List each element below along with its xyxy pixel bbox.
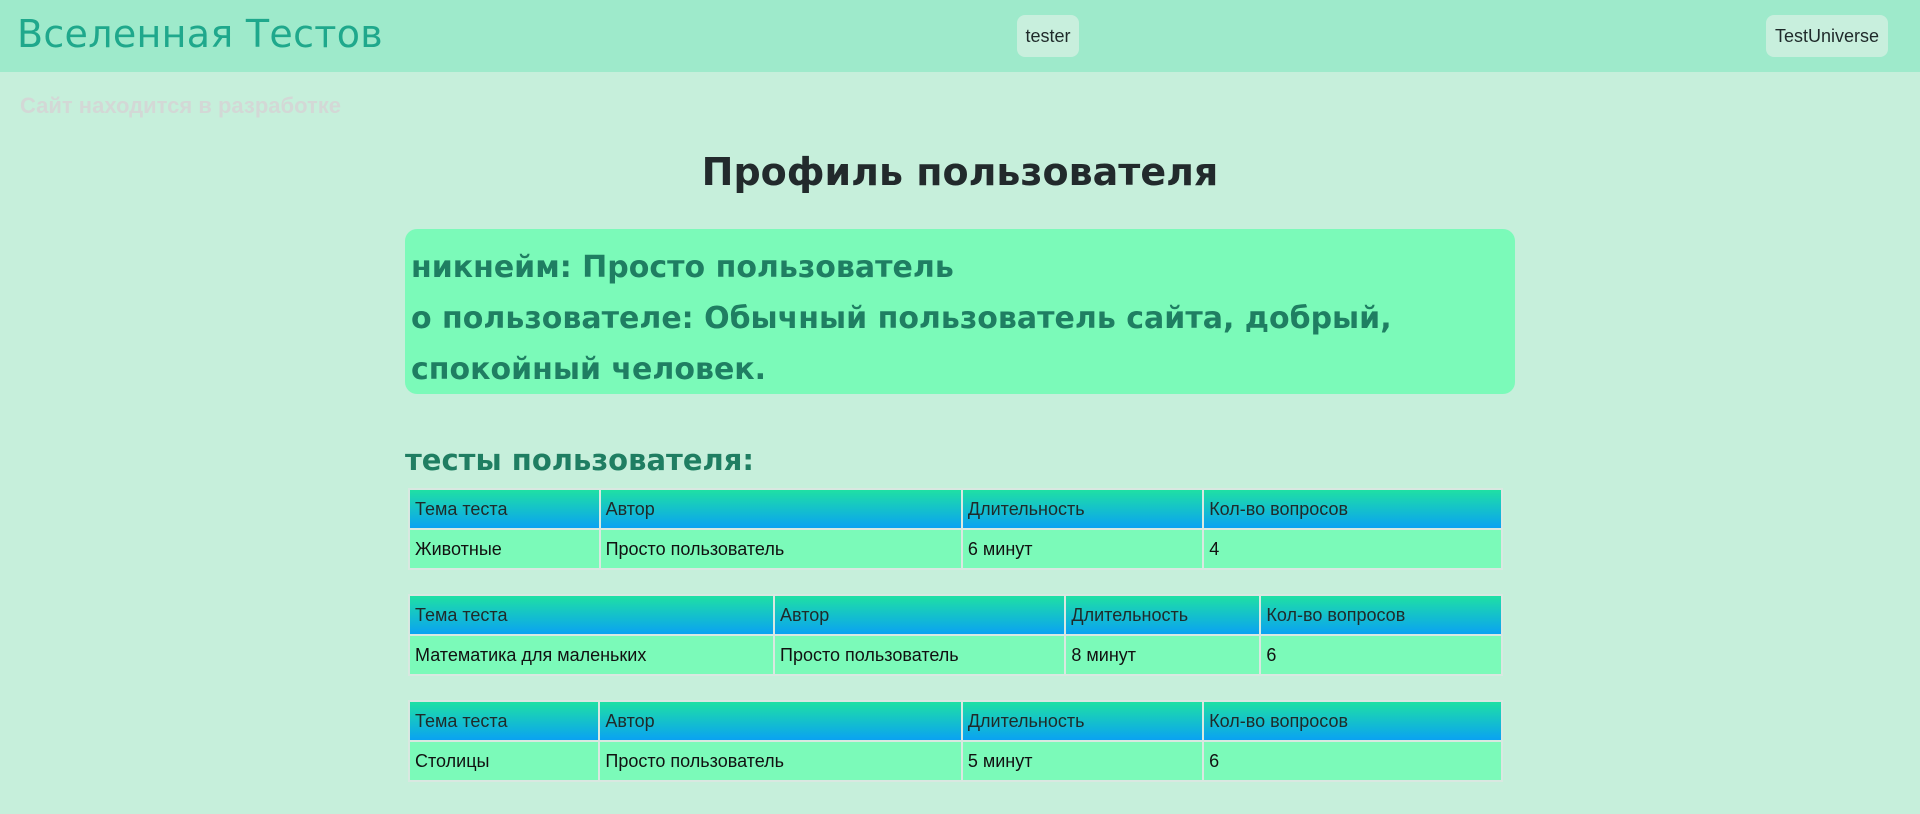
column-header-topic: Тема теста (410, 490, 599, 528)
table-header-row: Тема теста Автор Длительность Кол-во воп… (410, 702, 1501, 740)
cell-topic: Математика для маленьких (410, 636, 774, 674)
profile-card: никнейм: Просто пользователь о пользоват… (405, 229, 1515, 394)
table-row[interactable]: Столицы Просто пользователь 5 минут 6 (410, 742, 1501, 780)
test-table-math[interactable]: Тема теста Автор Длительность Кол-во воп… (408, 594, 1503, 676)
user-profile-button[interactable]: tester (1017, 15, 1079, 57)
column-header-author: Автор (775, 596, 1065, 634)
cell-duration: 6 минут (962, 530, 1203, 568)
profile-nickname: никнейм: Просто пользователь (411, 250, 954, 285)
cell-questions: 4 (1204, 530, 1501, 568)
development-notice: Сайт находится в разработке (20, 93, 342, 118)
test-table-capitals[interactable]: Тема теста Автор Длительность Кол-во воп… (408, 700, 1503, 782)
cell-author: Просто пользователь (600, 742, 961, 780)
table-row[interactable]: Математика для маленьких Просто пользова… (410, 636, 1501, 674)
cell-topic: Животные (410, 530, 599, 568)
table-header-row: Тема теста Автор Длительность Кол-во воп… (410, 490, 1501, 528)
table-header-row: Тема теста Автор Длительность Кол-во воп… (410, 596, 1501, 634)
cell-duration: 8 минут (1066, 636, 1260, 674)
column-header-questions: Кол-во вопросов (1204, 490, 1501, 528)
column-header-author: Автор (600, 490, 961, 528)
column-header-duration: Длительность (962, 490, 1203, 528)
column-header-questions: Кол-во вопросов (1261, 596, 1501, 634)
column-header-duration: Длительность (1066, 596, 1260, 634)
cell-questions: 6 (1204, 742, 1501, 780)
cell-duration: 5 минут (962, 742, 1203, 780)
profile-about: о пользователе: Обычный пользователь сай… (411, 301, 1392, 387)
brand-logo-link[interactable]: Вселенная Тестов (17, 12, 383, 56)
top-navbar: Вселенная Тестов tester TestUniverse (0, 0, 1920, 72)
cell-author: Просто пользователь (775, 636, 1065, 674)
column-header-topic: Тема теста (410, 702, 599, 740)
user-tests-heading: тесты пользователя: (405, 443, 754, 477)
table-row[interactable]: Животные Просто пользователь 6 минут 4 (410, 530, 1501, 568)
cell-questions: 6 (1261, 636, 1501, 674)
test-table-animals[interactable]: Тема теста Автор Длительность Кол-во воп… (408, 488, 1503, 570)
page-title: Профиль пользователя (701, 150, 1219, 194)
cell-author: Просто пользователь (600, 530, 961, 568)
column-header-questions: Кол-во вопросов (1204, 702, 1501, 740)
column-header-topic: Тема теста (410, 596, 774, 634)
column-header-author: Автор (600, 702, 961, 740)
cell-topic: Столицы (410, 742, 599, 780)
column-header-duration: Длительность (962, 702, 1203, 740)
site-home-button[interactable]: TestUniverse (1766, 15, 1888, 57)
